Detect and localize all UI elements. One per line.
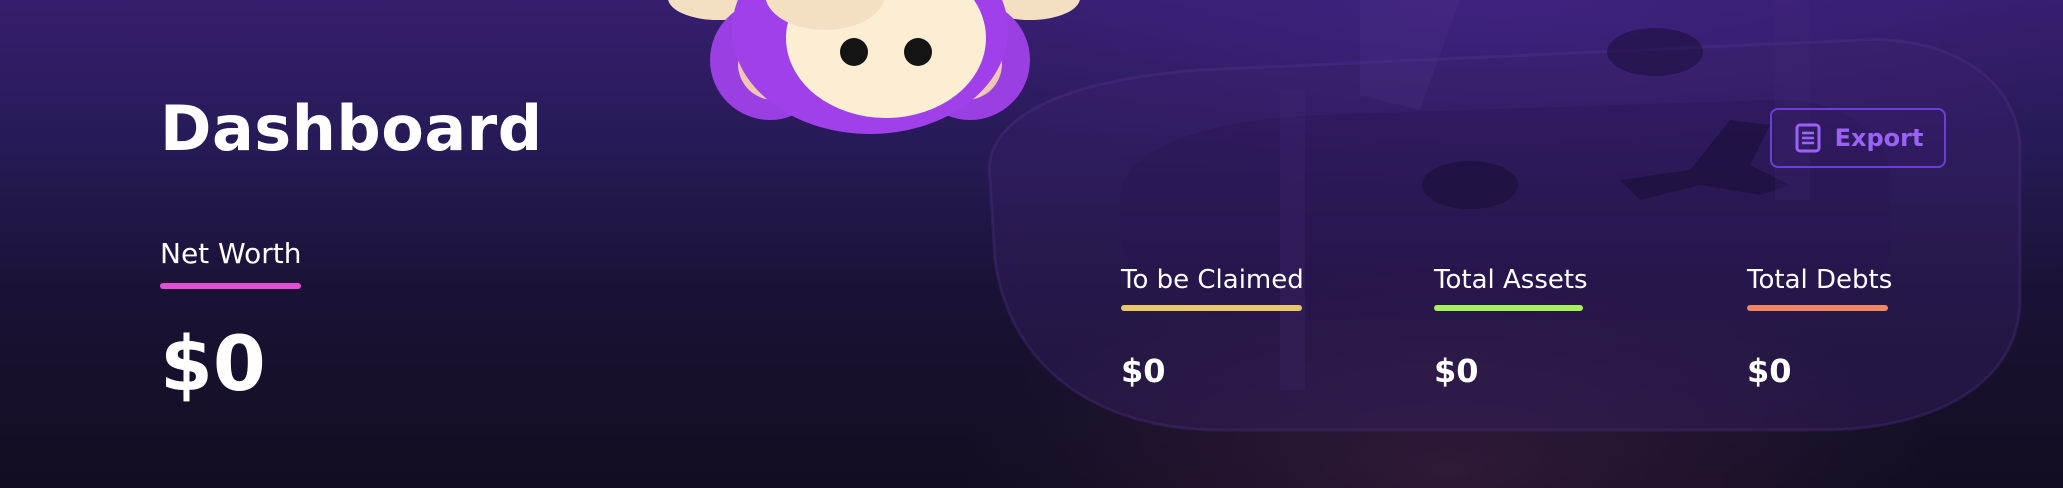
to-be-claimed-value: $0 xyxy=(1121,352,1166,390)
net-worth-value: $0 xyxy=(160,319,266,408)
page-title: Dashboard xyxy=(160,92,543,165)
export-button[interactable]: Export xyxy=(1770,108,1946,168)
to-be-claimed-label: To be Claimed xyxy=(1121,265,1304,295)
to-be-claimed-underline xyxy=(1121,305,1302,311)
export-label: Export xyxy=(1834,124,1924,152)
total-debts-underline xyxy=(1747,305,1888,311)
total-debts-label: Total Debts xyxy=(1747,265,1893,295)
brand-logo-watermark xyxy=(987,0,2022,432)
total-assets-underline xyxy=(1434,305,1583,311)
total-debts-value: $0 xyxy=(1747,352,1792,390)
net-worth-underline xyxy=(160,283,301,289)
document-list-icon xyxy=(1795,123,1821,153)
monkey-mascot xyxy=(668,0,1080,134)
net-worth-label: Net Worth xyxy=(160,237,302,270)
total-assets-value: $0 xyxy=(1434,352,1479,390)
total-assets-label: Total Assets xyxy=(1434,265,1588,295)
